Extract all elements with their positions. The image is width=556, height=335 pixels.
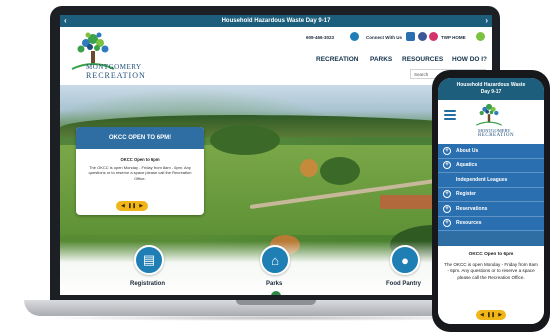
tree-logo-icon[interactable] xyxy=(472,102,506,130)
mobile-menu-label[interactable]: Register xyxy=(456,191,476,197)
mobile-menu-aquatics[interactable]: + Aquatics xyxy=(438,159,544,173)
expand-plus-icon[interactable]: + xyxy=(443,219,451,228)
mobile-menu-resources[interactable]: + Resources xyxy=(438,217,544,231)
mobile-banner-line1[interactable]: Household Hazardous Waste xyxy=(438,82,544,89)
mobile-banner-line2[interactable]: Day 9-17 xyxy=(481,89,502,95)
instagram-icon[interactable] xyxy=(429,32,438,41)
mobile-card-title: OKCC Open to 6pm xyxy=(468,252,514,257)
pause-icon[interactable]: ❚❚ xyxy=(487,312,495,318)
phone-number[interactable]: 609-466-3023 xyxy=(306,35,334,40)
hero-autumn-tree xyxy=(300,159,318,177)
prev-slide-icon[interactable]: ◀ xyxy=(121,203,125,209)
slider-pager[interactable]: ◀ ❚❚ ▶ xyxy=(116,201,148,211)
nav-parks[interactable]: PARKS xyxy=(370,56,392,63)
next-slide-icon[interactable]: ▶ xyxy=(498,312,502,318)
mobile-alert-banner[interactable]: Household Hazardous Waste Day 9-17 xyxy=(438,78,544,100)
hero-tree-cluster xyxy=(320,157,360,185)
chevron-right-icon[interactable]: › xyxy=(485,16,488,25)
quick-link-food-pantry[interactable]: Food Pantry xyxy=(386,281,421,287)
connect-link[interactable]: Connect With Us xyxy=(366,35,402,40)
laptop-notch xyxy=(236,300,316,305)
mobile-card-header xyxy=(438,232,544,246)
quick-link-registration[interactable]: Registration xyxy=(130,281,165,287)
pause-icon[interactable]: ❚❚ xyxy=(128,203,136,209)
mobile-menu-independent-leagues[interactable]: Independent Leagues xyxy=(438,173,544,188)
mobile-slider-pager[interactable]: ◀ ❚❚ ▶ xyxy=(476,310,506,320)
playground-icon[interactable]: ⌂ xyxy=(260,245,290,275)
quick-links-bar: ▤ Registration ⌂ Parks ● Food Pantry xyxy=(60,241,492,295)
quick-link-parks[interactable]: Parks xyxy=(266,281,282,287)
popup-body: The OKCC is open Monday - Friday from 8a… xyxy=(88,165,192,181)
alert-banner-text[interactable]: Household Hazardous Waste Day 9-17 xyxy=(222,18,331,24)
mobile-nav-menu: + About Us + Aquatics Independent League… xyxy=(438,144,544,232)
email-icon[interactable] xyxy=(406,32,415,41)
mobile-menu-label[interactable]: Reservations xyxy=(456,206,487,212)
expand-plus-icon[interactable]: + xyxy=(443,204,451,213)
alert-banner[interactable]: ‹ Household Hazardous Waste Day 9-17 › xyxy=(60,15,492,27)
apple-icon[interactable]: ● xyxy=(390,245,420,275)
popup-title: OKCC OPEN TO 6PM! xyxy=(76,127,204,149)
nav-recreation[interactable]: RECREATION xyxy=(316,56,359,63)
township-logo-icon[interactable] xyxy=(476,32,485,41)
site-header: MONTGOMERY RECREATION 609-466-3023 Conne… xyxy=(60,27,492,85)
facebook-icon[interactable] xyxy=(418,32,427,41)
nav-resources[interactable]: RESOURCES xyxy=(402,56,443,63)
hero-building xyxy=(380,195,440,209)
hero-tree-cluster xyxy=(210,125,280,155)
mobile-menu-label[interactable]: Independent Leagues xyxy=(456,177,507,183)
expand-plus-icon[interactable]: + xyxy=(443,190,451,199)
clipboard-icon[interactable]: ▤ xyxy=(134,245,164,275)
mobile-menu-label[interactable]: Resources xyxy=(456,220,482,226)
mobile-menu-about-us[interactable]: + About Us xyxy=(438,144,544,159)
mobile-menu-label[interactable]: About Us xyxy=(456,148,478,154)
mobile-menu-register[interactable]: + Register xyxy=(438,188,544,202)
next-slide-icon[interactable]: ▶ xyxy=(139,203,143,209)
twp-home-link[interactable]: TWP HOME xyxy=(441,35,466,40)
hamburger-menu-icon[interactable] xyxy=(444,110,456,120)
mobile-menu-reservations[interactable]: + Reservations xyxy=(438,202,544,217)
mobile-card-content: OKCC Open to 6pm The OKCC is open Monday… xyxy=(444,252,538,281)
popup-subtitle: OKCC Open to 6pm xyxy=(120,157,160,162)
scroll-indicator[interactable] xyxy=(271,291,281,295)
mobile-logo-line2: RECREATION xyxy=(478,133,515,138)
nav-how-do-i[interactable]: HOW DO I? xyxy=(452,56,487,63)
logo-text-line1: MONTGOMERY xyxy=(86,63,142,71)
logo-text-line2: RECREATION xyxy=(86,71,146,80)
prev-slide-icon[interactable]: ◀ xyxy=(480,312,484,318)
phone-screen: Household Hazardous Waste Day 9-17 MONTG… xyxy=(438,78,544,324)
mobile-announcement-card: OKCC Open to 6pm The OKCC is open Monday… xyxy=(438,232,544,324)
chevron-left-icon[interactable]: ‹ xyxy=(64,16,67,25)
laptop-screen: ‹ Household Hazardous Waste Day 9-17 › M… xyxy=(60,15,492,295)
mobile-card-body: The OKCC is open Monday - Friday from 8a… xyxy=(444,261,538,280)
mobile-header: MONTGOMERY RECREATION xyxy=(438,100,544,144)
expand-plus-icon[interactable]: + xyxy=(443,146,451,155)
device-mockup-stage: ‹ Household Hazardous Waste Day 9-17 › M… xyxy=(0,0,556,335)
expand-plus-icon[interactable]: + xyxy=(443,161,451,170)
mobile-menu-label[interactable]: Aquatics xyxy=(456,162,477,168)
phone-icon[interactable] xyxy=(350,32,359,41)
